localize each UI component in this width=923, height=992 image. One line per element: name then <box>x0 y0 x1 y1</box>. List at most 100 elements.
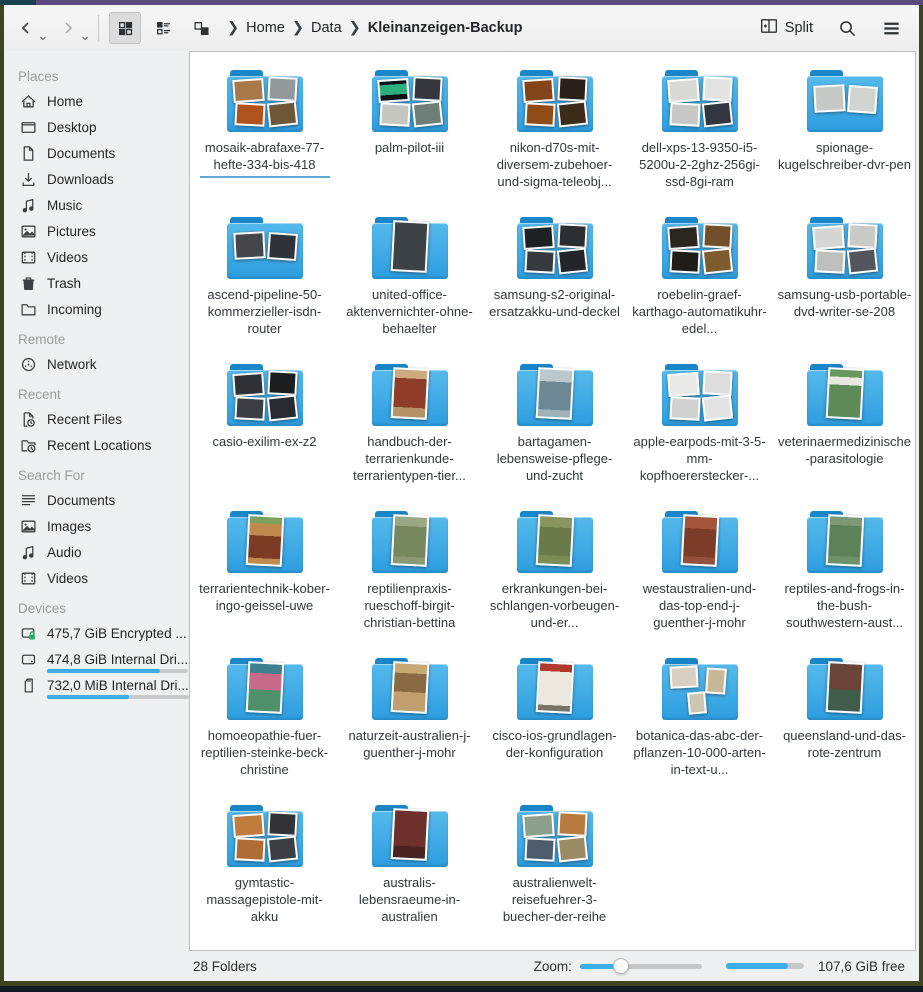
folder-icon <box>517 511 593 573</box>
window-top-border <box>0 0 923 5</box>
sidebar-item-downloads[interactable]: Downloads <box>4 166 189 192</box>
doc-lines-icon <box>20 492 37 509</box>
folder-name: handbuch-der-terrarienkunde-terrarientyp… <box>342 433 478 484</box>
sidebar-item-documents[interactable]: Documents <box>4 140 189 166</box>
folder-item[interactable]: erkrankungen-bei-schlangen-vorbeugen-und… <box>482 505 627 652</box>
folder-item[interactable]: australis-lebensraeume-in-australien <box>337 799 482 946</box>
folder-item[interactable]: ascend-pipeline-50-kommerzieller-isdn-ro… <box>192 211 337 358</box>
sidebar-item-label: Incoming <box>47 302 102 317</box>
icons-view-button[interactable] <box>109 12 141 44</box>
thumbnail-preview <box>234 837 265 862</box>
folder-icon <box>662 658 738 720</box>
folder-item[interactable]: naturzeit-australien-j-guenther-j-mohr <box>337 652 482 799</box>
thumbnail-preview <box>814 249 845 274</box>
folder-item[interactable]: australienwelt-reisefuehrer-3-buecher-de… <box>482 799 627 946</box>
desktop-icon <box>20 119 37 136</box>
thumbnail-preview <box>266 101 297 128</box>
folder-name: reptilienpraxis-rueschoff-birgit-christi… <box>342 580 478 631</box>
folder-name: australis-lebensraeume-in-australien <box>342 874 478 925</box>
sidebar-item-trash[interactable]: Trash <box>4 270 189 296</box>
sidebar-item-documents[interactable]: Documents <box>4 487 189 513</box>
folder-view[interactable]: mosaik-abrafaxe-77-hefte-334-bis-418 palm… <box>189 51 916 951</box>
sidebar-item-home[interactable]: Home <box>4 88 189 114</box>
folder-item[interactable]: queensland-und-das-rote-zentrum <box>772 652 916 799</box>
sidebar-item-label: Documents <box>47 493 115 508</box>
sidebar-item-label: Videos <box>47 571 88 586</box>
chevron-right-icon <box>60 20 76 36</box>
thumbnail-preview <box>535 514 574 567</box>
folder-name: casio-exilim-ex-z2 <box>197 433 333 450</box>
sidebar-item-label: Trash <box>47 276 81 291</box>
folder-item[interactable]: nikon-d70s-mit-diversem-zubehoer-und-sig… <box>482 64 627 211</box>
folder-item[interactable]: samsung-usb-portable-dvd-writer-se-208 <box>772 211 916 358</box>
folder-name: naturzeit-australien-j-guenther-j-mohr <box>342 727 478 761</box>
folder-item[interactable]: united-office-aktenvernichter-ohne-behae… <box>337 211 482 358</box>
folder-item[interactable]: mosaik-abrafaxe-77-hefte-334-bis-418 <box>192 64 337 211</box>
sidebar-section-title: Places <box>4 59 189 88</box>
status-bar: 28 Folders Zoom: 107,6 GiB free <box>4 951 919 981</box>
back-button[interactable] <box>14 12 46 44</box>
zoom-slider-handle[interactable] <box>613 958 629 974</box>
folder-item[interactable]: gymtastic-massagepistole-mit-akku <box>192 799 337 946</box>
sidebar-item-audio[interactable]: Audio <box>4 539 189 565</box>
folder-icon <box>662 364 738 426</box>
thumbnail-preview <box>377 78 410 103</box>
sidebar-item-recent-locations[interactable]: Recent Locations <box>4 432 189 458</box>
search-button[interactable] <box>831 12 863 44</box>
folder-icon <box>662 511 738 573</box>
folder-item[interactable]: handbuch-der-terrarienkunde-terrarientyp… <box>337 358 482 505</box>
thumbnail-preview <box>701 248 732 275</box>
folder-item[interactable]: reptilienpraxis-rueschoff-birgit-christi… <box>337 505 482 652</box>
breadcrumb-home[interactable]: Home <box>246 20 285 36</box>
breadcrumb-data[interactable]: Data <box>311 20 342 36</box>
sidebar-item-pictures[interactable]: Pictures <box>4 218 189 244</box>
split-button[interactable]: Split <box>754 13 819 43</box>
trash-icon <box>20 275 37 292</box>
folder-name: bartagamen-lebensweise-pflege-und-zucht <box>487 433 623 484</box>
folder-item[interactable]: spionage-kugelschreiber-dvr-pen <box>772 64 916 211</box>
folder-item[interactable]: homoeopathie-fuer-reptilien-steinke-beck… <box>192 652 337 799</box>
details-view-button[interactable] <box>147 12 179 44</box>
places-panel: PlacesHomeDesktopDocumentsDownloadsMusic… <box>4 51 189 951</box>
folder-name: palm-pilot-iii <box>342 139 478 156</box>
forward-button[interactable] <box>56 12 88 44</box>
folder-item[interactable]: westaustralien-und-das-top-end-j-guenthe… <box>627 505 772 652</box>
folder-item[interactable]: samsung-s2-original-ersatzakku-und-decke… <box>482 211 627 358</box>
zoom-slider[interactable] <box>580 958 702 974</box>
sidebar-item-732-0-mib-internal-dri-[interactable]: 732,0 MiB Internal Dri... <box>4 672 189 698</box>
sidebar-item-475-7-gib-encrypted-[interactable]: 475,7 GiB Encrypted ... <box>4 620 189 646</box>
folder-item[interactable]: cisco-ios-grundlagen-der-konfiguration <box>482 652 627 799</box>
hamburger-menu-button[interactable] <box>875 12 907 44</box>
folder-name: samsung-usb-portable-dvd-writer-se-208 <box>777 286 913 320</box>
sidebar-item-network[interactable]: Network <box>4 351 189 377</box>
folder-item[interactable]: roebelin-graef-karthago-automatikuhr-ede… <box>627 211 772 358</box>
folder-item[interactable]: apple-earpods-mit-3-5-mm-kopfhoerersteck… <box>627 358 772 505</box>
sidebar-item-label: Network <box>47 357 97 372</box>
sidebar-item-videos[interactable]: Videos <box>4 565 189 591</box>
folder-icon <box>227 805 303 867</box>
folder-item[interactable]: palm-pilot-iii <box>337 64 482 211</box>
sidebar-item-474-8-gib-internal-dri-[interactable]: 474,8 GiB Internal Dri... <box>4 646 189 672</box>
sidebar-item-incoming[interactable]: Incoming <box>4 296 189 322</box>
image-icon <box>20 223 37 240</box>
folder-item[interactable]: veterinaermedizinische-parasitologie <box>772 358 916 505</box>
tree-view-button[interactable] <box>185 12 217 44</box>
network-icon <box>20 356 37 373</box>
sidebar-item-recent-files[interactable]: Recent Files <box>4 406 189 432</box>
thumbnail-preview <box>847 223 877 248</box>
folder-item[interactable]: reptiles-and-frogs-in-the-bush-southwest… <box>772 505 916 652</box>
folder-item[interactable]: botanica-das-abc-der-pflanzen-10-000-art… <box>627 652 772 799</box>
sidebar-item-videos[interactable]: Videos <box>4 244 189 270</box>
folder-item[interactable]: terrarientechnik-kober-ingo-geissel-uwe <box>192 505 337 652</box>
sidebar-item-images[interactable]: Images <box>4 513 189 539</box>
breadcrumb-current[interactable]: Kleinanzeigen-Backup <box>368 20 523 36</box>
folder-icon <box>807 217 883 279</box>
folder-item[interactable]: bartagamen-lebensweise-pflege-und-zucht <box>482 358 627 505</box>
folder-icon <box>807 658 883 720</box>
sidebar-item-music[interactable]: Music <box>4 192 189 218</box>
recent-folder-icon <box>20 437 37 454</box>
folder-item[interactable]: casio-exilim-ex-z2 <box>192 358 337 505</box>
thumbnail-preview <box>680 514 719 567</box>
folder-item[interactable]: dell-xps-13-9350-i5-5200u-2-2ghz-256gi-s… <box>627 64 772 211</box>
sidebar-item-desktop[interactable]: Desktop <box>4 114 189 140</box>
